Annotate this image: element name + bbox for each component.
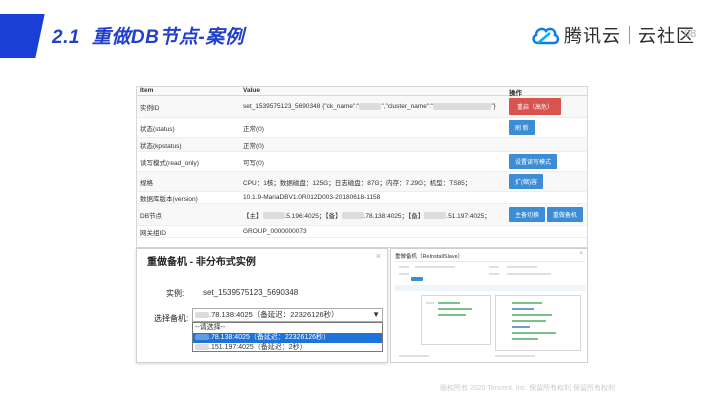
section-band xyxy=(395,285,585,291)
column-header-actions: 操作 xyxy=(509,90,522,97)
cell-item: 状态(status) xyxy=(140,125,175,133)
text-placeholder xyxy=(399,355,429,357)
page-title: 2.1 重做DB节点-案例 xyxy=(52,22,244,49)
text-placeholder xyxy=(415,266,455,268)
cell-item: 数据库版本(version) xyxy=(140,195,198,203)
tencent-cloud-logo: 腾讯云 云社区 xyxy=(530,20,695,50)
redacted-block xyxy=(433,102,492,110)
table-row: 规格 CPU：1核；数据磁盘：125G；日志磁盘：87G；内存：7.29G；机型… xyxy=(137,172,587,192)
params-box xyxy=(421,295,491,345)
select-value: .78.138:4025（备延迟：22326126秒） xyxy=(209,310,339,319)
table-row: DB节点 【主】 .5.196:4025；【备】 .78.138:4025；【备】.… xyxy=(137,204,587,226)
text-placeholder xyxy=(495,355,535,357)
table-row: 状态(status) 正常(0) 刷 新 xyxy=(137,118,587,138)
page-number: 08 xyxy=(684,28,697,40)
dropdown-option-selected[interactable]: .78.138:4025（备延迟：22326126秒） xyxy=(193,333,382,343)
divider xyxy=(395,261,585,262)
table-row: 读写模式(read_only) 可写(0) 设置读写模式 xyxy=(137,152,587,172)
table-row: 状态(kpstatus) 正常(0) xyxy=(137,138,587,152)
select-slave-label: 选择备机: xyxy=(154,314,189,323)
cell-value: 正常(0) xyxy=(243,125,264,133)
text-placeholder xyxy=(507,273,551,275)
instance-value: set_1539575123_5690348 xyxy=(203,288,299,297)
column-header-value: Value xyxy=(243,87,260,94)
close-icon: × xyxy=(579,251,583,257)
cell-value: set_1539575123_5690348 {"ck_name":" ","cl… xyxy=(243,102,496,111)
dialog-title: 重做备机 - 非分布式实例 xyxy=(147,257,256,268)
section-number: 2.1 xyxy=(52,27,80,48)
instance-info-table: Item Value 操作 实例ID set_1539575123_569034… xyxy=(136,86,588,248)
redacted-block xyxy=(195,312,209,319)
title-text: 重做DB节点-案例 xyxy=(91,27,245,48)
redacted-block xyxy=(341,212,364,220)
redacted-block xyxy=(195,344,209,351)
text-placeholder xyxy=(507,266,537,268)
close-icon[interactable]: × xyxy=(376,251,381,261)
cell-value: GROUP_0000000073 xyxy=(243,228,307,235)
redacted-block xyxy=(195,334,209,341)
cell-value: 【主】 .5.196:4025；【备】 .78.138:4025；【备】 .51.19… xyxy=(243,212,491,220)
footer-copyright: 版权所有 2020 Tencent, Inc. 保留所有权利 保留所有权利 xyxy=(440,385,616,392)
redacted-block xyxy=(424,212,447,220)
instance-label: 实例: xyxy=(166,289,185,298)
cell-item: DB节点 xyxy=(140,212,163,220)
refresh-button[interactable]: 刷 新 xyxy=(509,120,535,135)
table-body: 实例ID set_1539575123_5690348 {"ck_name":"… xyxy=(137,96,587,238)
text-placeholder xyxy=(399,266,409,268)
rebuild-slave-dialog: 重做备机 - 非分布式实例 × 实例: set_1539575123_56903… xyxy=(136,248,388,363)
chevron-down-icon[interactable]: ▼ xyxy=(372,309,380,321)
screenshot-title: 重做备机（ReInstallSlave） xyxy=(395,254,464,260)
restart-button[interactable]: 重启（高危） xyxy=(509,98,562,115)
resize-button[interactable]: 扩(缩)容 xyxy=(509,174,543,189)
cell-item: 规格 xyxy=(140,179,153,187)
cell-value: 可写(0) xyxy=(243,159,264,167)
cell-item: 读写模式(read_only) xyxy=(140,159,199,167)
table-row: 数据库版本(version) 10.1.9-MariaDBV1.0R012D00… xyxy=(137,192,587,204)
redacted-block xyxy=(359,102,382,110)
table-header: Item Value 操作 xyxy=(137,87,587,97)
set-readwrite-mode-button[interactable]: 设置读写模式 xyxy=(509,154,558,169)
cell-item: 网关组ID xyxy=(140,229,166,237)
cell-value: CPU：1核；数据磁盘：125G；日志磁盘：87G；内存：7.29G；机型：TS… xyxy=(243,179,472,187)
rebuild-slave-screenshot: 重做备机（ReInstallSlave） × xyxy=(390,248,588,363)
table-row: 实例ID set_1539575123_5690348 {"ck_name":"… xyxy=(137,96,587,118)
dropdown-option[interactable]: .151.197:4025（备延迟：2秒） xyxy=(193,343,382,353)
cell-value: 正常(0) xyxy=(243,142,264,150)
text-placeholder xyxy=(489,273,499,275)
logo-divider xyxy=(629,26,630,44)
logo-brand-text: 腾讯云 xyxy=(564,26,621,46)
rebuild-slave-button[interactable]: 重做备机 xyxy=(546,207,583,222)
text-placeholder xyxy=(399,273,409,275)
cloud-logo-icon xyxy=(532,27,560,45)
table-row: 网关组ID GROUP_0000000073 xyxy=(137,226,587,238)
result-box xyxy=(495,295,581,351)
slave-dropdown-list: --请选择-- .78.138:4025（备延迟：22326126秒） .151… xyxy=(192,322,383,352)
column-header-item: Item xyxy=(140,87,154,94)
dropdown-option[interactable]: --请选择-- xyxy=(193,323,382,333)
slave-select[interactable]: .78.138:4025（备延迟：22326126秒） ▼ xyxy=(192,308,383,322)
cell-item: 实例ID xyxy=(140,104,160,112)
text-placeholder xyxy=(489,266,499,268)
redacted-block xyxy=(262,212,285,220)
cell-item: 状态(kpstatus) xyxy=(140,142,182,150)
switchover-button[interactable]: 主备切换 xyxy=(509,207,546,222)
cell-value: 10.1.9-MariaDBV1.0R012D003-20180618-1158 xyxy=(243,194,381,201)
status-badge xyxy=(411,277,423,281)
